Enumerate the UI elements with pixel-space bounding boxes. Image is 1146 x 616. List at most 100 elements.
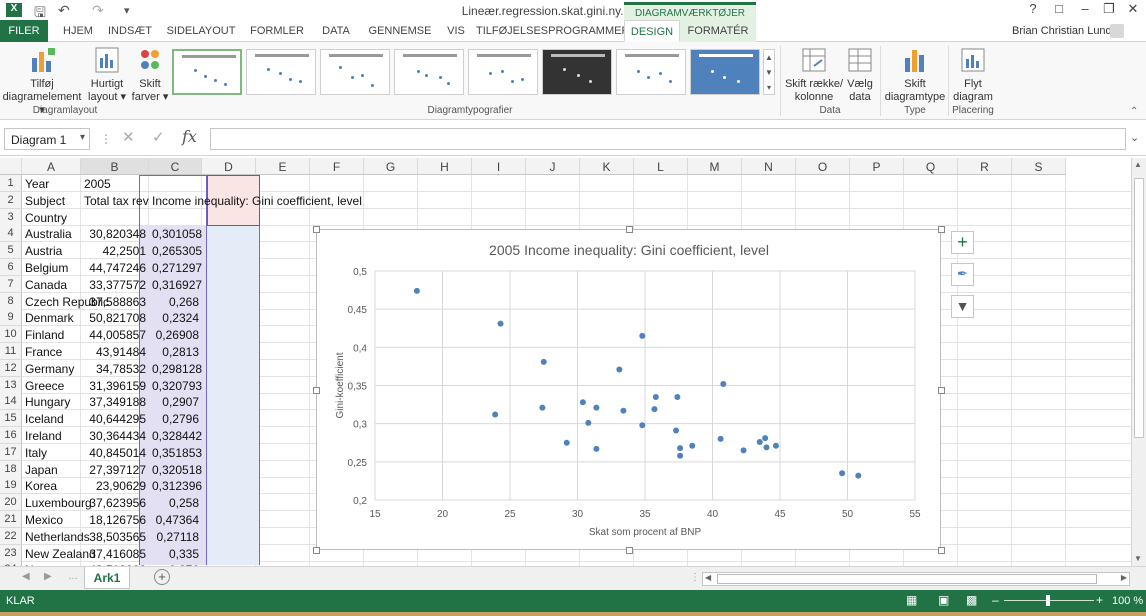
cell-c13[interactable]: 0,320793 <box>149 377 202 394</box>
data-point[interactable] <box>652 393 659 400</box>
cell-b2[interactable]: Total tax rev <box>81 192 149 209</box>
scroll-thumb[interactable] <box>1134 178 1144 438</box>
cell-a16[interactable]: Ireland <box>22 427 81 444</box>
row-header[interactable]: 22 <box>0 527 22 545</box>
cell-a7[interactable]: Canada <box>22 276 81 293</box>
column-header-r[interactable]: R <box>958 158 1012 175</box>
horizontal-scrollbar[interactable]: ◀ ▶ <box>702 572 1130 586</box>
vertical-scrollbar[interactable]: ▲ ▼ <box>1131 158 1146 566</box>
tab-insert[interactable]: INDSÆT <box>104 20 156 42</box>
data-point[interactable] <box>539 404 546 411</box>
cell-b18[interactable]: 27,397127 <box>81 461 149 478</box>
cell-c15[interactable]: 0,2796 <box>149 410 202 427</box>
cell-b1[interactable]: 2005 <box>81 175 149 192</box>
resize-handle[interactable] <box>938 547 945 554</box>
row-header[interactable]: 12 <box>0 359 22 377</box>
zoom-in-icon[interactable]: + <box>1096 593 1103 607</box>
column-header-p[interactable]: P <box>850 158 904 175</box>
column-header-e[interactable]: E <box>256 158 310 175</box>
restore-icon[interactable]: ❐ <box>1096 1 1122 19</box>
hscroll-thumb[interactable] <box>717 574 1097 584</box>
cell-a4[interactable]: Australia <box>22 225 81 242</box>
cell-c4[interactable]: 0,301058 <box>149 225 202 242</box>
data-point[interactable] <box>677 445 684 452</box>
row-header[interactable]: 15 <box>0 410 22 428</box>
data-point[interactable] <box>673 427 680 434</box>
cell-a5[interactable]: Austria <box>22 242 81 259</box>
column-header-o[interactable]: O <box>796 158 850 175</box>
chart-style-3[interactable] <box>320 49 390 95</box>
cell-a2[interactable]: Subject <box>22 192 81 209</box>
data-point[interactable] <box>689 442 696 449</box>
row-header[interactable]: 7 <box>0 275 22 293</box>
column-header-l[interactable]: L <box>634 158 688 175</box>
cell-c3[interactable] <box>149 209 202 226</box>
minimize-icon[interactable]: – <box>1072 1 1098 19</box>
column-header-i[interactable]: I <box>472 158 526 175</box>
cell-c5[interactable]: 0,265305 <box>149 242 202 259</box>
cell-c12[interactable]: 0,298128 <box>149 360 202 377</box>
row-header[interactable]: 23 <box>0 544 22 562</box>
cancel-icon[interactable]: ✕ <box>122 128 135 146</box>
cell-c19[interactable]: 0,312396 <box>149 477 202 494</box>
chart-style-8[interactable] <box>690 49 760 95</box>
data-point[interactable] <box>762 435 769 442</box>
cell-b16[interactable]: 30,364434 <box>81 427 149 444</box>
cell-b22[interactable]: 38,503565 <box>81 528 149 545</box>
data-point[interactable] <box>855 472 862 479</box>
chart-style-5[interactable] <box>468 49 538 95</box>
column-header-a[interactable]: A <box>22 158 81 175</box>
data-point[interactable] <box>839 470 846 477</box>
data-point[interactable] <box>540 358 547 365</box>
cell-c10[interactable]: 0,26908 <box>149 326 202 343</box>
collapse-ribbon-icon[interactable]: ⌃ <box>1130 106 1138 117</box>
column-header-q[interactable]: Q <box>904 158 958 175</box>
cell-b20[interactable]: 37,623956 <box>81 494 149 511</box>
close-icon[interactable]: ✕ <box>1120 1 1146 19</box>
row-header[interactable]: 16 <box>0 427 22 444</box>
zoom-out-icon[interactable]: – <box>992 593 999 607</box>
row-header[interactable]: 19 <box>0 477 22 495</box>
cell-a13[interactable]: Greece <box>22 377 81 394</box>
cell-b15[interactable]: 40,644295 <box>81 410 149 427</box>
column-header-b[interactable]: B <box>81 158 149 175</box>
column-header-g[interactable]: G <box>364 158 418 175</box>
chart-area[interactable]: 15 20 25 30 35 40 45 50 55 0,2 0,25 0,3 0,35 0,4 0,45 0… <box>313 226 945 554</box>
column-header-c[interactable]: C <box>149 158 202 175</box>
cell-c1[interactable] <box>149 175 202 192</box>
cell-c22[interactable]: 0,27118 <box>149 528 202 545</box>
cell-c14[interactable]: 0,2907 <box>149 393 202 410</box>
row-header[interactable]: 2 <box>0 191 22 209</box>
row-header[interactable]: 8 <box>0 292 22 310</box>
cell-a22[interactable]: Netherlands <box>22 528 90 545</box>
data-point[interactable] <box>639 332 646 339</box>
avatar[interactable] <box>1110 24 1124 38</box>
chart-elements-button[interactable]: + <box>951 231 974 254</box>
formula-input[interactable] <box>210 128 1126 150</box>
page-break-view-icon[interactable]: ▩ <box>966 593 977 607</box>
column-header-n[interactable]: N <box>742 158 796 175</box>
tab-data[interactable]: DATA <box>314 20 358 42</box>
cell-a10[interactable]: Finland <box>22 326 81 343</box>
cell-b17[interactable]: 40,845014 <box>81 444 149 461</box>
resize-handle[interactable] <box>938 226 945 233</box>
cell-a23[interactable]: New Zealand <box>22 545 96 562</box>
row-header[interactable]: 18 <box>0 460 22 478</box>
data-point[interactable] <box>593 404 600 411</box>
cell-a8[interactable]: Czech Republic <box>22 293 109 310</box>
cell-b14[interactable]: 37,349188 <box>81 393 149 410</box>
row-header[interactable]: 17 <box>0 443 22 461</box>
cell-a14[interactable]: Hungary <box>22 393 81 410</box>
prev-sheet-icon[interactable]: ◀ <box>22 571 30 582</box>
select-all-corner[interactable] <box>0 158 22 175</box>
cell-a9[interactable]: Denmark <box>22 309 81 326</box>
select-data-button[interactable]: Vælg data <box>844 46 876 104</box>
zoom-slider-thumb[interactable] <box>1046 595 1050 606</box>
cell-a21[interactable]: Mexico <box>22 511 81 528</box>
cell-b7[interactable]: 33,377572 <box>81 276 149 293</box>
data-point[interactable] <box>639 422 646 429</box>
ribbon-display-icon[interactable]: □ <box>1046 1 1072 19</box>
cell-b9[interactable]: 50,821708 <box>81 309 149 326</box>
switch-row-column-button[interactable]: Skift række/ kolonne <box>784 46 844 104</box>
cell-b8[interactable]: 37,588863 <box>81 293 149 310</box>
